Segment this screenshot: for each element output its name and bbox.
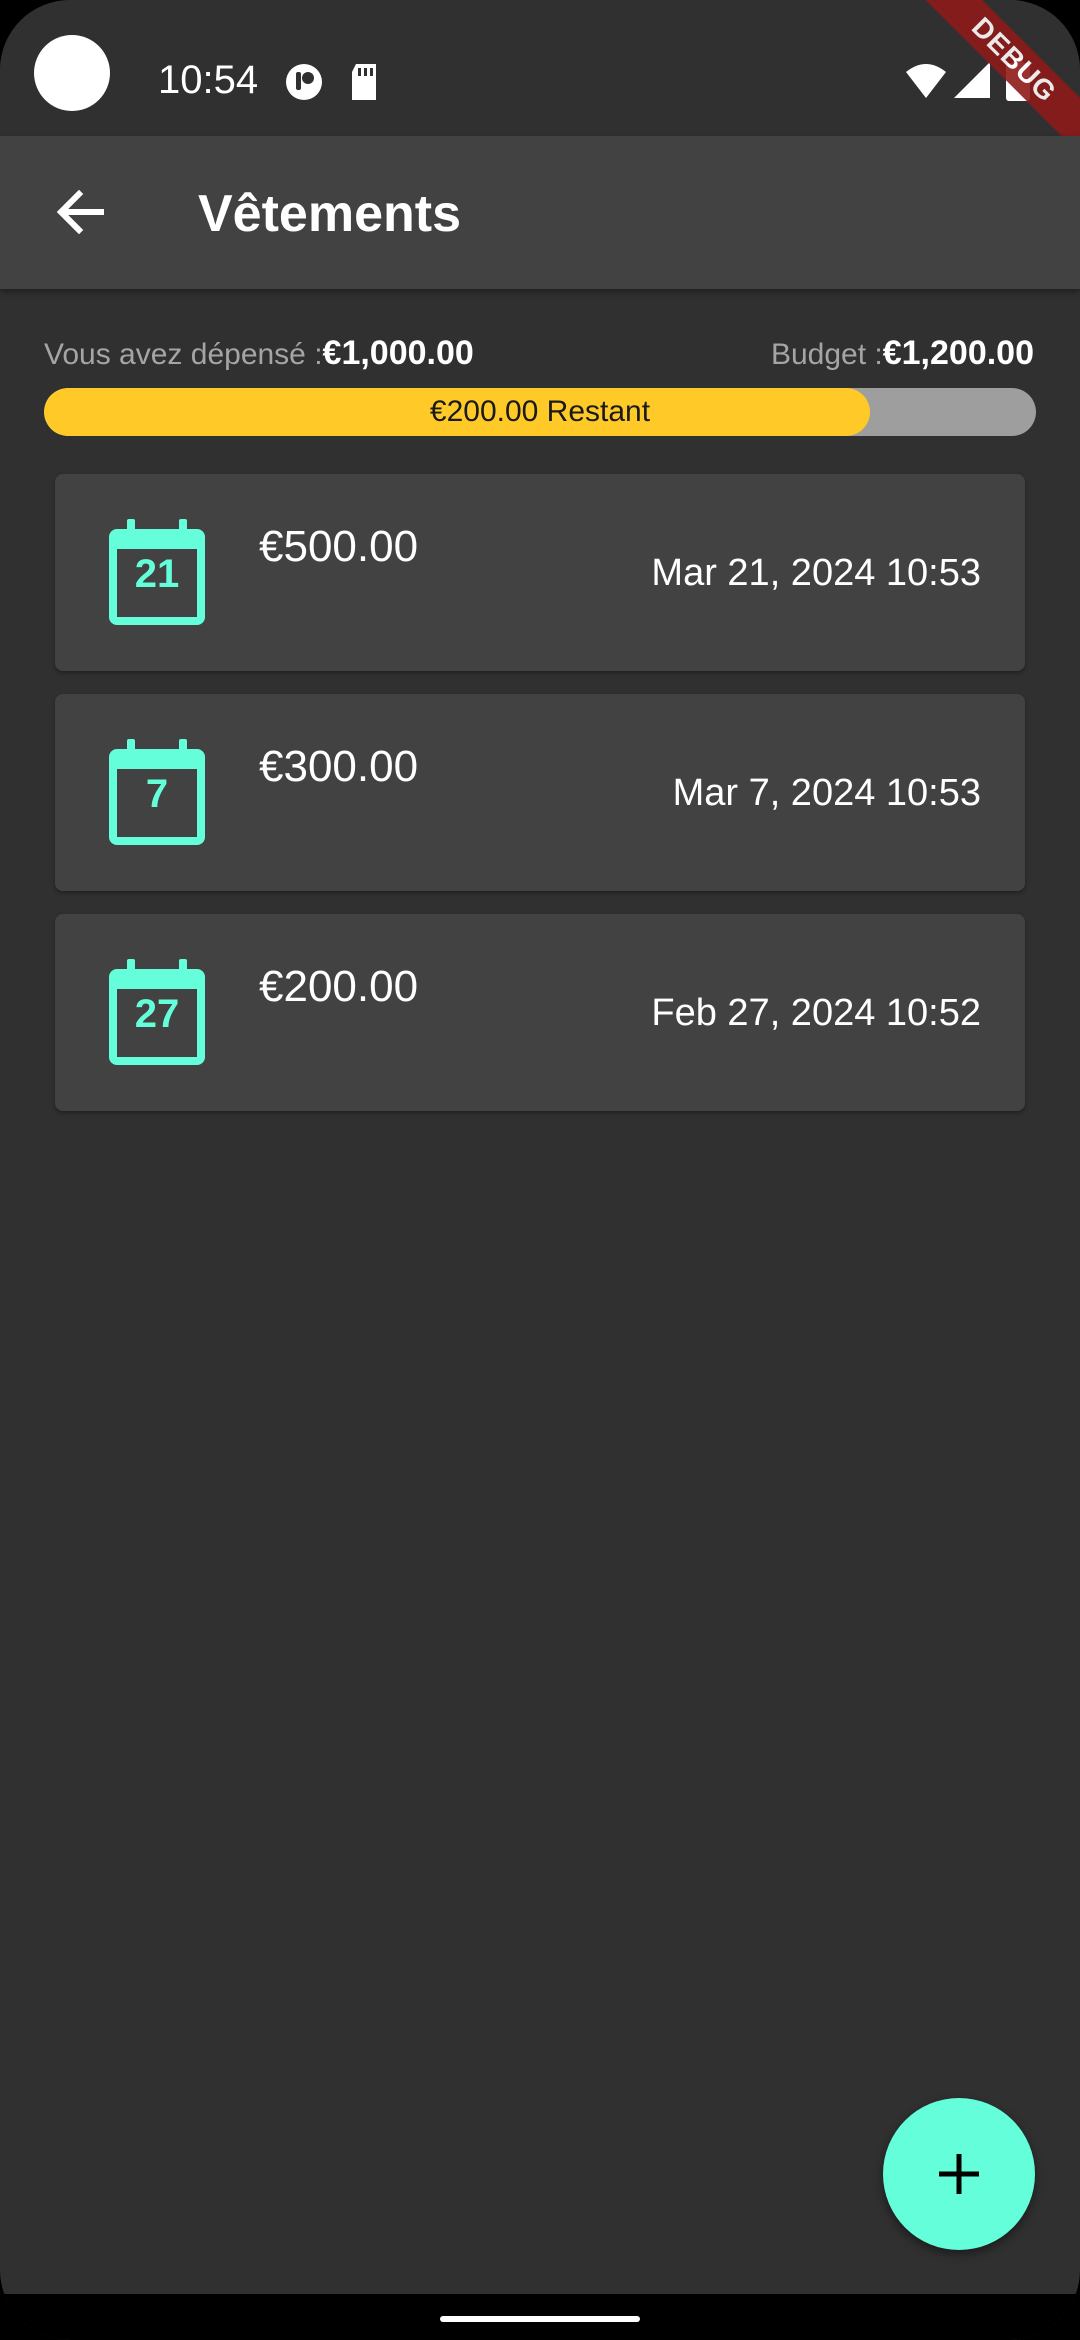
- calendar-day: 21: [134, 552, 180, 596]
- expense-date: Mar 7, 2024 10:53: [672, 772, 981, 814]
- plus-icon: [939, 2154, 979, 2194]
- status-bar: 10:54 DEBUG: [0, 0, 1080, 167]
- camera-cutout: [34, 35, 110, 111]
- back-button[interactable]: [40, 172, 120, 252]
- app-bar: Vêtements: [0, 136, 1080, 289]
- spent-amount: €1,000.00: [322, 334, 474, 372]
- expense-date: Feb 27, 2024 10:52: [651, 992, 981, 1034]
- calendar-day: 27: [134, 992, 180, 1036]
- page-title: Vêtements: [198, 185, 461, 243]
- budget-summary: Vous avez dépensé :€1,000.00 Budget :€1,…: [44, 334, 1034, 378]
- expense-card[interactable]: 21 €500.00 Mar 21, 2024 10:53: [55, 474, 1025, 671]
- remaining-label: €200.00 Restant: [429, 395, 651, 428]
- expense-card[interactable]: 7 €300.00 Mar 7, 2024 10:53: [55, 694, 1025, 891]
- spent-text: Vous avez dépensé :€1,000.00: [44, 334, 474, 373]
- expense-card[interactable]: 27 €200.00 Feb 27, 2024 10:52: [55, 914, 1025, 1111]
- expense-date: Mar 21, 2024 10:53: [651, 552, 981, 594]
- budget-progress-bar: €200.00 Restant: [44, 388, 1036, 436]
- budget-amount: €1,200.00: [882, 334, 1034, 372]
- system-nav-bar: [0, 2294, 1080, 2340]
- expense-amount: €500.00: [259, 522, 419, 571]
- home-gesture-pill[interactable]: [440, 2316, 640, 2322]
- budget-label: Budget :: [770, 338, 883, 371]
- screen: 10:54 DEBUG Vêtements Vous avez dépensé …: [0, 0, 1080, 2340]
- budget-text: Budget :€1,200.00: [771, 334, 1034, 373]
- signal-icon: [952, 60, 992, 105]
- arrow-back-icon: [56, 190, 104, 234]
- spent-label: Vous avez dépensé :: [44, 338, 323, 371]
- expense-amount: €300.00: [259, 742, 419, 791]
- circle-app-icon: [284, 62, 324, 107]
- add-expense-button[interactable]: [883, 2098, 1035, 2250]
- sd-card-icon: [348, 62, 380, 107]
- calendar-day: 7: [145, 772, 169, 816]
- expense-list: 21 €500.00 Mar 21, 2024 10:53 7 €300.00 Mar 7…: [55, 474, 1025, 1134]
- expense-amount: €200.00: [259, 962, 419, 1011]
- wifi-icon: [904, 60, 948, 105]
- status-time: 10:54: [158, 58, 259, 102]
